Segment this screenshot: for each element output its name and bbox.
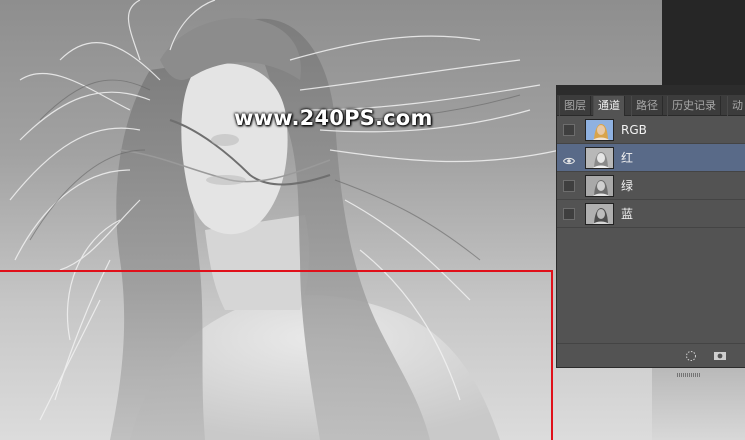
tab-paths[interactable]: 路径 xyxy=(631,96,663,116)
panel-title-grip[interactable] xyxy=(557,86,745,95)
channel-name: 蓝 xyxy=(621,207,634,221)
channel-name: RGB xyxy=(621,123,647,137)
channel-thumbnail xyxy=(585,119,614,141)
channel-row-rgb[interactable]: RGB xyxy=(557,116,745,144)
channel-row-green[interactable]: 绿 xyxy=(557,172,745,200)
tab-channels[interactable]: 通道 xyxy=(593,96,625,116)
eye-icon[interactable] xyxy=(562,152,576,165)
channel-row-red[interactable]: 红 xyxy=(557,144,745,172)
workspace-canvas-edge xyxy=(652,368,745,440)
channel-row-blue[interactable]: 蓝 xyxy=(557,200,745,228)
visibility-toggle[interactable] xyxy=(563,124,575,136)
panel-resize-grip[interactable] xyxy=(677,362,701,377)
tab-history[interactable]: 历史记录 xyxy=(667,96,721,116)
selection-marquee xyxy=(0,270,553,440)
tab-layers[interactable]: 图层 xyxy=(559,96,591,116)
tab-actions[interactable]: 动 xyxy=(727,96,745,116)
channels-panel: 图层 通道 路径 历史记录 动 RGB 红 绿 蓝 xyxy=(556,85,745,377)
visibility-toggle[interactable] xyxy=(563,208,575,220)
panel-footer xyxy=(557,343,745,361)
panel-tab-bar: 图层 通道 路径 历史记录 动 xyxy=(557,86,745,116)
visibility-toggle[interactable] xyxy=(563,180,575,192)
save-selection-as-channel-icon[interactable] xyxy=(713,347,727,360)
channel-name: 红 xyxy=(621,151,634,165)
load-selection-icon[interactable] xyxy=(685,347,697,361)
channel-thumbnail xyxy=(585,203,614,225)
watermark-text: www.240PS.com xyxy=(234,106,433,130)
channel-name: 绿 xyxy=(621,179,634,193)
channel-thumbnail xyxy=(585,175,614,197)
channel-thumbnail xyxy=(585,147,614,169)
